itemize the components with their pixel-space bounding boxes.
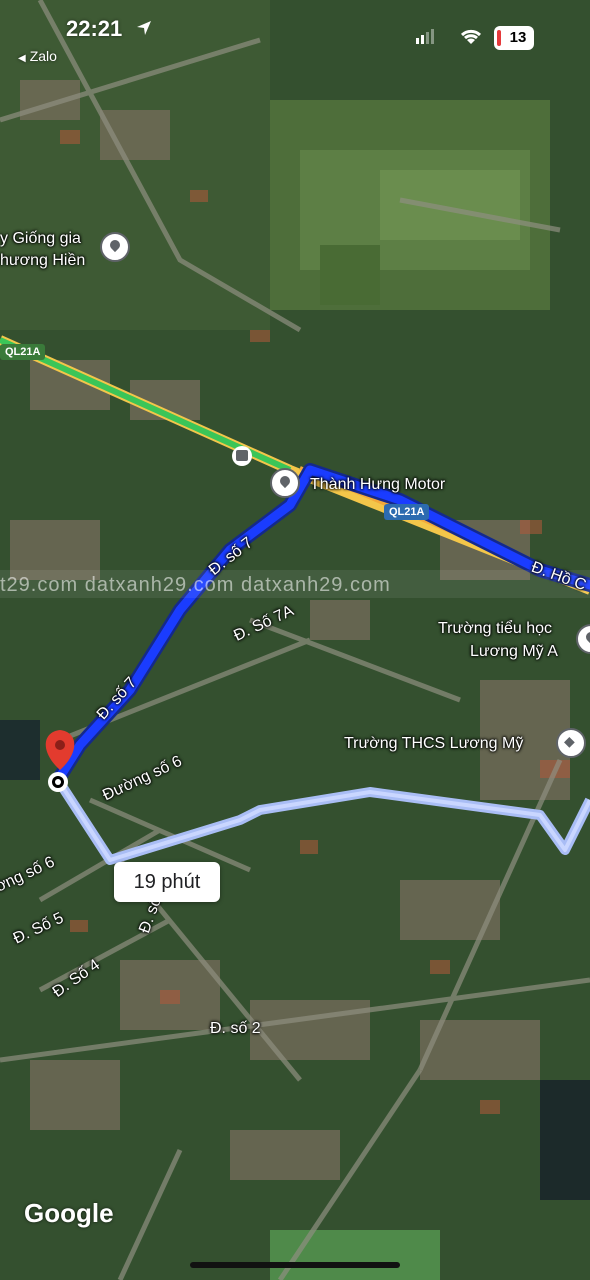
poi-giong-label-2: hương Hiền — [0, 252, 86, 269]
battery-indicator: 13 — [494, 26, 534, 50]
poi-giong-marker-icon[interactable] — [100, 232, 130, 262]
poi-tieu-hoc-label[interactable]: Trường tiểu học — [438, 620, 552, 638]
road-shield-ql21a: QL21A — [0, 344, 46, 360]
satellite-map[interactable] — [0, 0, 590, 1280]
google-attribution: Google — [24, 1198, 114, 1228]
bus-stop-icon[interactable] — [232, 446, 252, 466]
watermark: t29.com datxanh29.com datxanh29.com — [0, 574, 391, 596]
signal-icon — [416, 29, 434, 44]
location-arrow-icon — [137, 21, 151, 35]
poi-thanh-hung-marker-icon[interactable] — [270, 468, 300, 498]
status-bar: 22:21 ◀ Zalo 13 — [0, 0, 590, 70]
poi-tieu-hoc-label-2: Lương Mỹ A — [470, 643, 558, 660]
home-indicator[interactable] — [190, 1262, 400, 1268]
route-duration-callout[interactable]: 19 phút — [114, 862, 220, 902]
battery-level — [497, 30, 501, 46]
road-label-so2: Đ. số 2 — [210, 1020, 261, 1037]
back-arrow-icon: ◀ — [18, 53, 26, 64]
poi-thcs-school-icon[interactable] — [556, 728, 586, 758]
wifi-icon — [460, 29, 482, 44]
poi-thcs-label[interactable]: Trường THCS Lương Mỹ — [344, 735, 523, 753]
road-shield-ql21a-2: QL21A — [384, 504, 430, 520]
poi-giong-label[interactable]: y Giống gia — [0, 230, 81, 248]
back-to-app[interactable]: ◀ Zalo — [18, 48, 57, 64]
poi-thanh-hung-label[interactable]: Thành Hưng Motor — [310, 476, 445, 494]
clock: 22:21 — [66, 16, 123, 41]
